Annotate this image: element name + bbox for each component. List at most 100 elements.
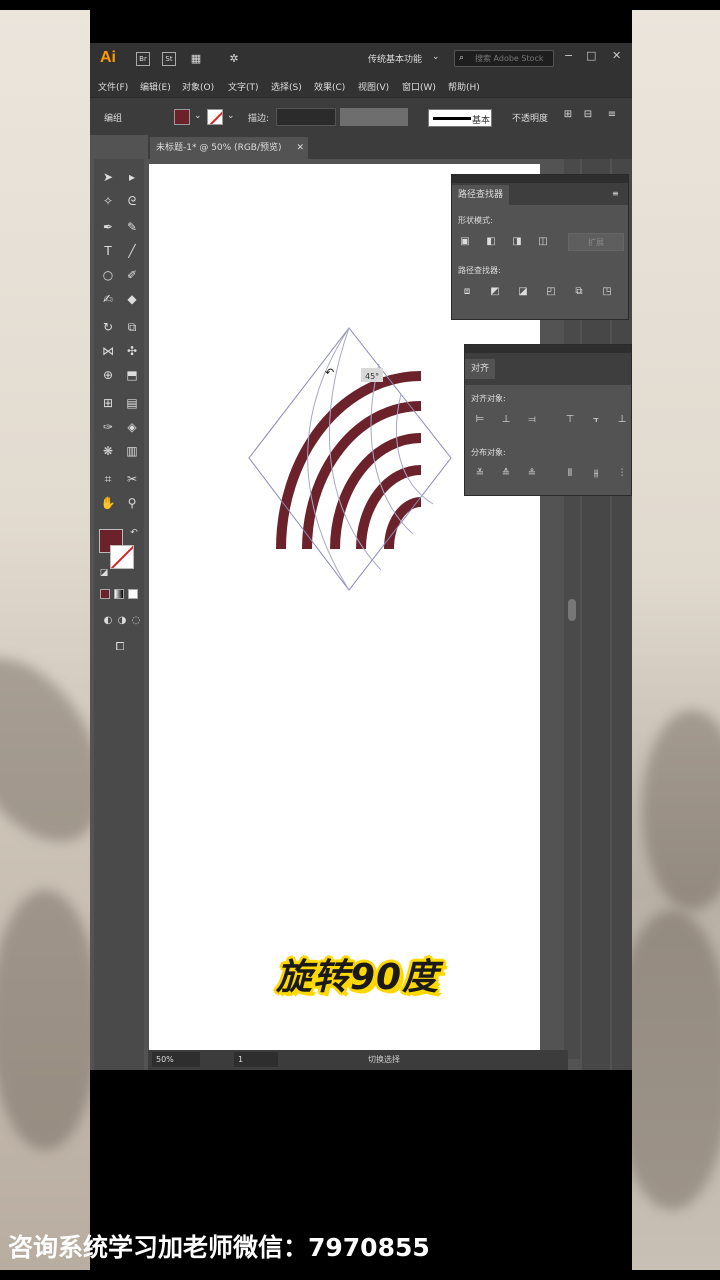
menu-icon[interactable]: ≡ [602, 105, 622, 125]
menu-window[interactable]: 窗口(W) [402, 80, 436, 93]
shaper-tool-icon[interactable]: ✍ [98, 289, 118, 309]
distribute-hcenter-icon[interactable]: ⫵ [589, 467, 603, 481]
default-colors-icon[interactable]: ◪ [94, 563, 114, 583]
align-bottom-icon[interactable]: ⊥ [615, 413, 629, 427]
distribute-bottom-icon[interactable]: ≗ [525, 467, 539, 481]
maximize-button[interactable]: □ [586, 49, 596, 62]
merge-icon[interactable]: ◪ [516, 285, 530, 299]
paintbrush-tool-icon[interactable]: ✐ [122, 265, 142, 285]
artboard-field[interactable]: 1 [234, 1052, 278, 1067]
menu-type[interactable]: 文字(T) [228, 80, 259, 93]
width-tool-icon[interactable]: ⋈ [98, 341, 118, 361]
close-window-button[interactable]: ✕ [612, 49, 621, 62]
align-top-icon[interactable]: ⊤ [563, 413, 577, 427]
selection-tool-icon[interactable]: ➤ [98, 167, 118, 187]
scroll-thumb[interactable] [568, 599, 576, 621]
pen-tool-icon[interactable]: ✒ [98, 217, 118, 237]
gradient-mode-swatch[interactable] [114, 589, 124, 599]
zoom-tool-icon[interactable]: ⚲ [122, 493, 142, 513]
stock-search-input[interactable]: ⌕ 搜索 Adobe Stock [454, 50, 554, 67]
color-mode-swatch[interactable] [100, 589, 110, 599]
magic-wand-tool-icon[interactable]: ✧ [98, 191, 118, 211]
menu-object[interactable]: 对象(O) [182, 80, 214, 93]
minus-front-icon[interactable]: ◧ [484, 235, 498, 249]
curvature-tool-icon[interactable]: ✎ [122, 217, 142, 237]
rotated-bounding-box[interactable] [248, 327, 452, 591]
expand-button[interactable]: 扩展 [568, 233, 624, 251]
none-mode-swatch[interactable] [128, 589, 138, 599]
document-tab[interactable]: 未标题-1* @ 50% (RGB/预览) ✕ [150, 137, 308, 159]
crop-icon[interactable]: ◰ [544, 285, 558, 299]
minimize-button[interactable]: − [564, 49, 573, 62]
menu-effect[interactable]: 效果(C) [314, 80, 345, 93]
symbol-sprayer-tool-icon[interactable]: ❋ [98, 441, 118, 461]
variable-width-field[interactable] [340, 108, 408, 126]
column-graph-tool-icon[interactable]: ▥ [122, 441, 142, 461]
menu-view[interactable]: 视图(V) [358, 80, 389, 93]
direct-selection-tool-icon[interactable]: ▸ [122, 167, 142, 187]
background-right [632, 10, 720, 1270]
intersect-icon[interactable]: ◨ [510, 235, 524, 249]
align-right-icon[interactable]: ⫤ [525, 413, 539, 427]
screen-mode-icon[interactable]: ⧠ [110, 637, 130, 657]
menu-file[interactable]: 文件(F) [98, 80, 128, 93]
stock-button[interactable]: St [162, 52, 176, 66]
ellipse-tool-icon[interactable]: ○ [98, 265, 118, 285]
status-mode[interactable]: 切换选择 [368, 1054, 400, 1065]
concentric-arcs[interactable] [276, 371, 422, 550]
search-placeholder: 搜索 Adobe Stock [475, 54, 544, 63]
gpu-icon[interactable]: ✲ [224, 49, 244, 69]
perspective-grid-tool-icon[interactable]: ⬒ [122, 365, 142, 385]
distribute-right-icon[interactable]: ⫶ [615, 467, 629, 481]
unite-icon[interactable]: ▣ [458, 235, 472, 249]
outline-icon[interactable]: ⧉ [572, 285, 586, 299]
menu-select[interactable]: 选择(S) [271, 80, 302, 93]
blend-tool-icon[interactable]: ◈ [122, 417, 142, 437]
draw-inside-icon[interactable]: ◌ [126, 611, 146, 631]
gradient-tool-icon[interactable]: ▤ [122, 393, 142, 413]
transform-icon[interactable]: ⊟ [578, 105, 598, 125]
scale-tool-icon[interactable]: ⧉ [122, 317, 142, 337]
line-tool-icon[interactable]: ╱ [122, 241, 142, 261]
panel-menu-icon[interactable]: ≡ [612, 189, 619, 198]
exclude-icon[interactable]: ◫ [536, 235, 550, 249]
eyedropper-tool-icon[interactable]: ✑ [98, 417, 118, 437]
eraser-tool-icon[interactable]: ◆ [122, 289, 142, 309]
distribute-top-icon[interactable]: ≚ [473, 467, 487, 481]
mesh-tool-icon[interactable]: ⊞ [98, 393, 118, 413]
zoom-field[interactable]: 50% [152, 1052, 200, 1067]
opacity-label[interactable]: 不透明度 [512, 111, 548, 124]
align-tab[interactable]: 对齐 [465, 359, 496, 379]
puppet-warp-tool-icon[interactable]: ✣ [122, 341, 142, 361]
distribute-left-icon[interactable]: ⫴ [563, 467, 577, 481]
menu-help[interactable]: 帮助(H) [448, 80, 480, 93]
trim-icon[interactable]: ◩ [488, 285, 502, 299]
align-hcenter-icon[interactable]: ⊥ [499, 413, 513, 427]
stroke-color-swatch[interactable] [207, 109, 223, 125]
divide-icon[interactable]: ⧈ [460, 285, 474, 299]
artboard-tool-icon[interactable]: ⌗ [98, 469, 118, 489]
minus-back-icon[interactable]: ◳ [600, 285, 614, 299]
rotate-tool-icon[interactable]: ↻ [98, 317, 118, 337]
swap-fill-stroke-icon[interactable]: ↶ [124, 523, 144, 543]
distribute-vcenter-icon[interactable]: ≙ [499, 467, 513, 481]
fill-color-swatch[interactable] [174, 109, 190, 125]
type-tool-icon[interactable]: T [98, 241, 118, 261]
stroke-weight-field[interactable] [276, 108, 336, 126]
hand-tool-icon[interactable]: ✋ [98, 493, 118, 513]
slice-tool-icon[interactable]: ✂ [122, 469, 142, 489]
chevron-down-icon[interactable]: ⌄ [432, 52, 440, 62]
bridge-button[interactable]: Br [136, 52, 150, 66]
pathfinder-tab[interactable]: 路径查找器 [452, 185, 510, 205]
close-tab-button[interactable]: ✕ [296, 137, 304, 159]
chevron-down-icon[interactable]: ⌄ [227, 111, 235, 121]
align-icon[interactable]: ⊞ [558, 105, 578, 125]
workspace-switcher[interactable]: 传统基本功能 [368, 52, 422, 65]
align-left-icon[interactable]: ⊨ [473, 413, 487, 427]
lasso-tool-icon[interactable]: ᘓ [122, 191, 142, 211]
align-vcenter-icon[interactable]: ⫟ [589, 413, 603, 427]
arrange-documents-icon[interactable]: ▦ [186, 49, 206, 69]
menu-edit[interactable]: 编辑(E) [140, 80, 171, 93]
shape-builder-tool-icon[interactable]: ⊕ [98, 365, 118, 385]
chevron-down-icon[interactable]: ⌄ [194, 111, 202, 121]
